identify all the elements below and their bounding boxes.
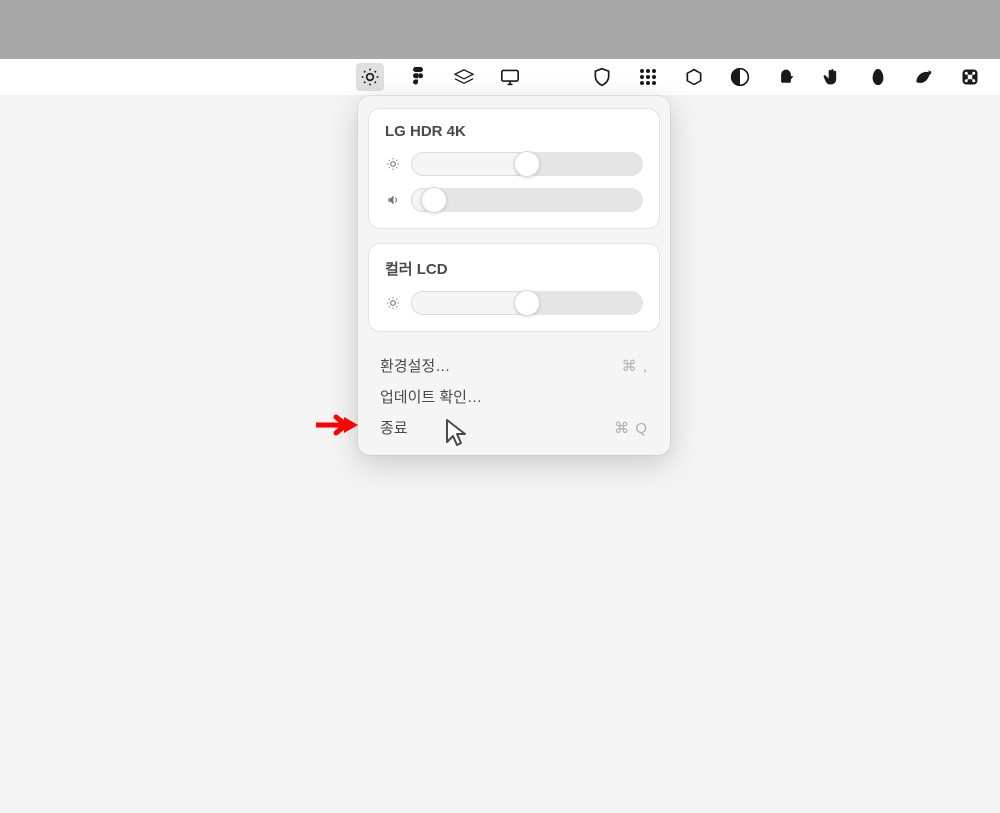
dropdown-menu-items: 환경설정… ⌘ , 업데이트 확인… 종료 ⌘ Q — [368, 346, 660, 447]
command-icon[interactable] — [958, 65, 982, 89]
layers-icon[interactable] — [452, 65, 476, 89]
contrast-icon[interactable] — [728, 65, 752, 89]
macos-menubar — [0, 59, 1000, 95]
menu-item-label: 업데이트 확인… — [380, 386, 482, 407]
display-card-lg: LG HDR 4K — [368, 108, 660, 229]
brightness-dropdown-panel: LG HDR 4K 컬러 LCD — [358, 96, 670, 455]
volume-slider[interactable] — [411, 188, 643, 212]
grid-icon[interactable] — [636, 65, 660, 89]
tree-icon[interactable] — [544, 65, 568, 89]
brightness-slider[interactable] — [411, 152, 643, 176]
shield-icon[interactable] — [590, 65, 614, 89]
display-name: 컬러 LCD — [385, 258, 643, 279]
menu-item-quit[interactable]: 종료 ⌘ Q — [372, 412, 656, 443]
brightness-slider[interactable] — [411, 291, 643, 315]
display-card-color-lcd: 컬러 LCD — [368, 243, 660, 332]
figma-icon[interactable] — [406, 65, 430, 89]
brightness-slider-row — [385, 152, 643, 176]
browser-chrome-placeholder — [0, 0, 1000, 59]
menu-item-preferences[interactable]: 환경설정… ⌘ , — [372, 350, 656, 381]
blob-icon[interactable] — [866, 65, 890, 89]
brightness-small-icon — [385, 295, 401, 311]
menu-shortcut: ⌘ Q — [614, 419, 648, 437]
display-icon[interactable] — [498, 65, 522, 89]
hand-icon[interactable] — [820, 65, 844, 89]
menu-item-label: 종료 — [380, 417, 408, 438]
leaf-icon[interactable] — [912, 65, 936, 89]
volume-slider-row — [385, 188, 643, 212]
kettle-icon[interactable] — [774, 65, 798, 89]
brightness-slider-row — [385, 291, 643, 315]
menu-shortcut: ⌘ , — [622, 357, 648, 375]
display-name: LG HDR 4K — [385, 123, 643, 140]
menu-item-label: 환경설정… — [380, 355, 450, 376]
brightness-small-icon — [385, 156, 401, 172]
menu-item-check-updates[interactable]: 업데이트 확인… — [372, 381, 656, 412]
cube-icon[interactable] — [682, 65, 706, 89]
brightness-icon[interactable] — [356, 63, 384, 91]
volume-small-icon — [385, 192, 401, 208]
